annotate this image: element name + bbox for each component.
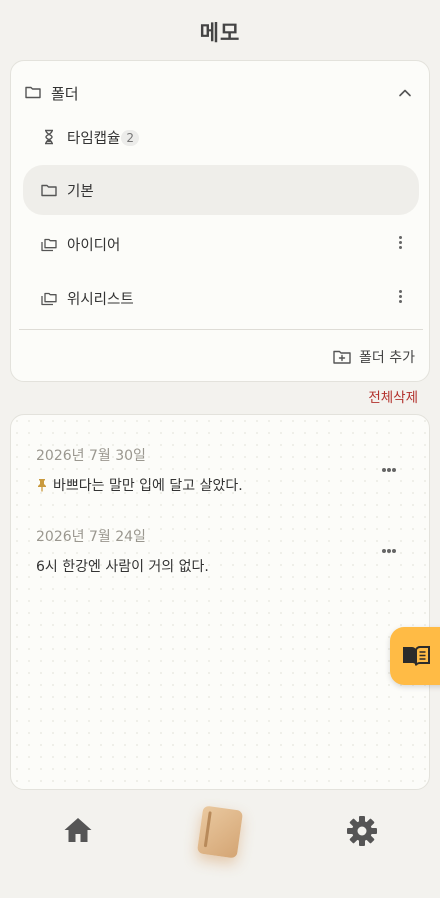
delete-all-button[interactable]: 전체삭제 bbox=[368, 386, 418, 406]
add-folder-label: 폴더 추가 bbox=[359, 350, 415, 366]
hourglass-icon bbox=[45, 129, 53, 145]
folder-item-label: 기본 bbox=[67, 184, 94, 200]
folder-item-timecapsule[interactable]: 타임캡슐 2 bbox=[23, 112, 419, 162]
count-badge: 2 bbox=[121, 130, 140, 146]
book-open-icon bbox=[403, 646, 430, 666]
folders-stack-icon bbox=[41, 238, 57, 252]
folder-item-label: 아이디어 bbox=[67, 238, 121, 254]
memo-date: 2026년 7월 24일 bbox=[36, 529, 146, 545]
folder-item-label: 위시리스트 bbox=[67, 292, 134, 308]
folder-panel: 폴더 타임캡슐 2 기본 아이디어 위시리스트 폴더 추가 bbox=[10, 60, 430, 382]
folder-panel-title: 폴더 bbox=[51, 85, 79, 103]
memo-date: 2026년 7월 30일 bbox=[36, 448, 146, 464]
list-item[interactable]: 2026년 7월 30일 바쁘다는 말만 입에 달고 살았다. bbox=[36, 445, 416, 495]
list-item[interactable]: 2026년 7월 24일 6시 한강엔 사람이 거의 없다. bbox=[36, 526, 416, 576]
folder-icon bbox=[41, 184, 57, 197]
more-options-icon[interactable] bbox=[382, 538, 400, 553]
pin-icon bbox=[38, 479, 46, 492]
memo-text: 바쁘다는 말만 입에 달고 살았다. bbox=[53, 478, 243, 494]
folder-icon bbox=[25, 86, 41, 99]
folder-item-label: 타임캡슐 bbox=[67, 131, 121, 147]
add-folder-button[interactable]: 폴더 추가 bbox=[333, 347, 415, 367]
bottom-nav bbox=[0, 800, 440, 898]
folder-panel-header[interactable]: 폴더 bbox=[11, 71, 429, 115]
folder-item-ideas[interactable]: 아이디어 bbox=[23, 219, 419, 269]
page-title: 메모 bbox=[199, 21, 241, 45]
more-options-icon[interactable] bbox=[382, 457, 400, 472]
home-icon[interactable] bbox=[63, 816, 93, 844]
divider bbox=[19, 329, 423, 330]
folders-stack-icon bbox=[41, 292, 57, 306]
more-options-icon[interactable] bbox=[395, 290, 405, 306]
folder-item-basic[interactable]: 기본 bbox=[23, 165, 419, 215]
folder-item-wishlist[interactable]: 위시리스트 bbox=[23, 273, 419, 323]
memo-list: 2026년 7월 30일 바쁘다는 말만 입에 달고 살았다. 2026년 7월… bbox=[10, 414, 430, 790]
gear-icon[interactable] bbox=[346, 815, 378, 847]
memo-text: 6시 한강엔 사람이 거의 없다. bbox=[36, 559, 209, 575]
more-options-icon[interactable] bbox=[395, 236, 405, 252]
chevron-up-icon[interactable] bbox=[397, 85, 413, 101]
reading-mode-button[interactable] bbox=[390, 627, 440, 685]
folder-plus-icon bbox=[333, 350, 351, 364]
memo-book-icon[interactable] bbox=[196, 805, 244, 859]
